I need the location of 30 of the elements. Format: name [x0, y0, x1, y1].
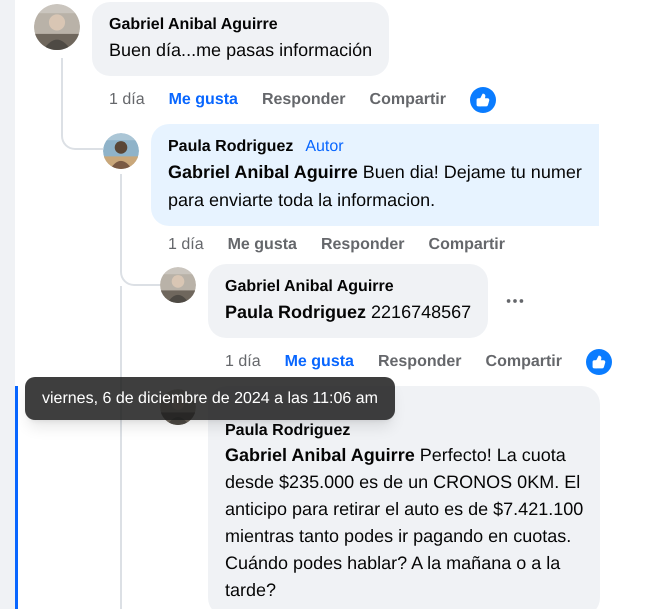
author-name[interactable]: Gabriel Anibal Aguirre — [225, 276, 394, 298]
comment-text: mientras tanto podes ir pagando en cuotas. — [225, 525, 572, 548]
reply-link[interactable]: Responder — [320, 233, 405, 257]
comment-text: anticipo para retirar el auto es de $7.421.100 — [225, 498, 584, 521]
like-reaction-icon[interactable] — [586, 349, 612, 375]
date-tooltip: viernes, 6 de diciembre de 2024 a las 11:06 am — [25, 377, 395, 420]
like-link[interactable]: Me gusta — [284, 350, 354, 374]
like-link[interactable]: Me gusta — [168, 88, 238, 112]
reply-link[interactable]: Responder — [262, 88, 346, 112]
author-name[interactable]: Paula Rodriguez — [225, 420, 350, 442]
comment-text: para enviarte toda la informacion. — [168, 189, 436, 212]
share-link[interactable]: Compartir — [428, 233, 505, 257]
comment-text: Paula Rodriguez 2216748567 — [225, 301, 472, 324]
author-name[interactable]: Paula Rodriguez — [168, 136, 294, 158]
timestamp[interactable]: 1 día — [168, 233, 204, 257]
share-link[interactable]: Compartir — [486, 350, 562, 374]
share-link[interactable]: Compartir — [370, 88, 446, 112]
like-reaction-icon[interactable] — [470, 87, 496, 113]
timestamp[interactable]: 1 día — [109, 88, 145, 112]
comment-text: Gabriel Anibal Aguirre Buen dia! Dejame tu numer — [168, 161, 582, 184]
author-tag: Autor — [305, 136, 344, 158]
timestamp[interactable]: 1 día — [225, 350, 261, 374]
comment-text: desde $235.000 es de un CRONOS 0KM. El — [225, 471, 580, 494]
reply-link[interactable]: Responder — [378, 350, 462, 374]
comment-text: Gabriel Anibal Aguirre Perfecto! La cuota — [225, 444, 566, 467]
comment-text: Buen día...me pasas información — [109, 39, 372, 62]
like-link[interactable]: Me gusta — [228, 233, 297, 257]
comment-text: tarde? — [225, 579, 276, 602]
author-name[interactable]: Gabriel Anibal Aguirre — [109, 14, 278, 36]
comment-text: Cuándo podes hablar? A la mañana o a la — [225, 552, 560, 575]
